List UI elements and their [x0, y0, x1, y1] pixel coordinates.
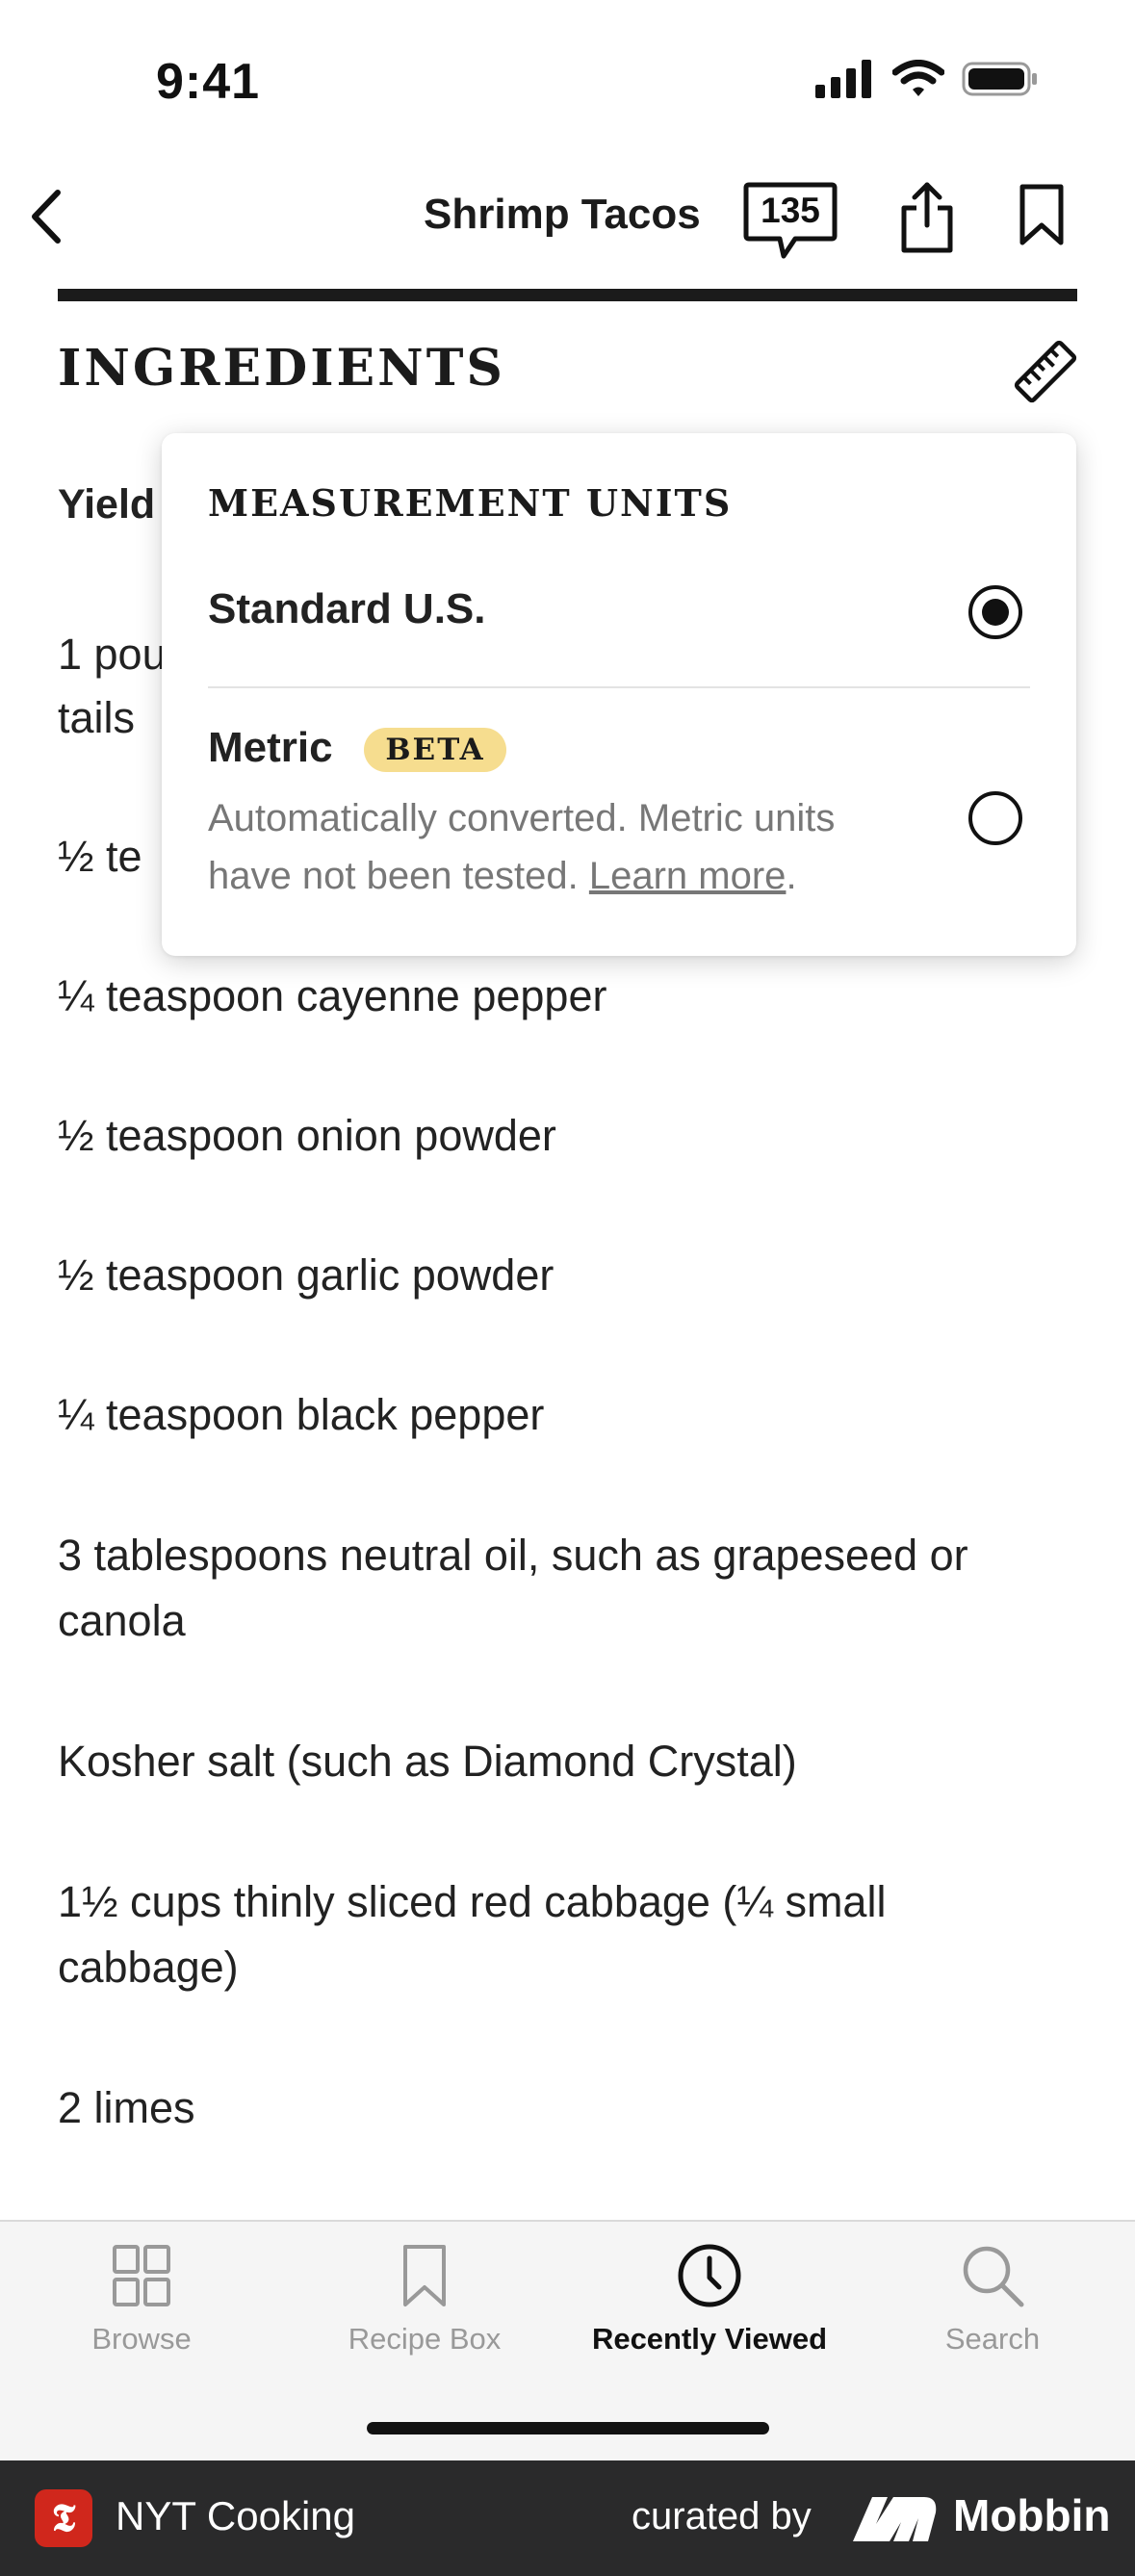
ingredient-item: ¼ teaspoon black pepper: [58, 1390, 545, 1439]
status-icons: [815, 60, 1039, 98]
ingredient-item: Kosher salt (such as Diamond Crystal): [58, 1737, 797, 1786]
ingredient-item: ½ teaspoon onion powder: [58, 1111, 556, 1160]
bookmark-icon[interactable]: [1019, 183, 1065, 246]
ingredient-item: ½ teaspoon garlic powder: [58, 1250, 555, 1300]
grid-icon: [113, 2245, 170, 2306]
ruler-icon[interactable]: [1011, 337, 1080, 406]
option-label: Metric: [208, 724, 333, 771]
tab-label: Recipe Box: [348, 2322, 502, 2356]
metric-description: Automatically converted. Metric units ha…: [208, 789, 920, 905]
tab-label: Search: [944, 2322, 1041, 2356]
beta-badge: BETA: [364, 728, 506, 772]
ingredient-item: 1½ cups thinly sliced red cabbage (¼ sma…: [58, 1877, 887, 1992]
yield-label: Yield: [58, 481, 156, 528]
search-icon: [963, 2246, 1024, 2307]
learn-more-link[interactable]: Learn more: [589, 855, 787, 897]
comments-button[interactable]: 135: [743, 181, 838, 262]
ingredient-item: 3 tablespoons neutral oil, such as grape…: [58, 1531, 968, 1645]
measurement-units-popup: MEASUREMENT UNITS Standard U.S. Metric B…: [162, 433, 1076, 956]
tab-label: Recently Viewed: [591, 2322, 828, 2356]
battery-icon: [962, 62, 1037, 96]
ingredient-item: ¼ teaspoon cayenne pepper: [58, 971, 607, 1020]
status-time: 9:41: [156, 54, 261, 110]
recipe-title: Shrimp Tacos: [424, 191, 701, 238]
desc-period: .: [786, 855, 797, 897]
clock-icon: [678, 2244, 741, 2307]
mobbin-logo-icon: [853, 2497, 937, 2541]
back-icon[interactable]: [21, 183, 79, 250]
tab-label: Browse: [91, 2322, 192, 2356]
header-divider: [58, 289, 1077, 301]
footer-curated-by: curated by: [632, 2495, 812, 2537]
ingredient-item: 2 limes: [58, 2083, 195, 2132]
footer-app-name: NYT Cooking: [116, 2493, 356, 2538]
option-divider: [208, 686, 1030, 688]
comment-count: 135: [761, 191, 820, 230]
nyt-logo-icon: 𝕿: [35, 2489, 92, 2547]
radio-unselected[interactable]: [968, 791, 1022, 845]
home-indicator: [367, 2422, 769, 2434]
mobbin-wordmark: Mobbin: [953, 2490, 1111, 2540]
share-icon[interactable]: [899, 179, 955, 256]
attribution-footer: 𝕿 NYT Cooking curated by Mobbin: [0, 2460, 1135, 2576]
bookmark-icon: [403, 2245, 446, 2306]
ingredients-heading: INGREDIENTS: [58, 339, 505, 398]
radio-selected[interactable]: [968, 585, 1022, 639]
option-label: Standard U.S.: [208, 585, 486, 632]
signal-icon: [815, 60, 871, 98]
popup-title: MEASUREMENT UNITS: [208, 481, 733, 525]
wifi-icon: [892, 60, 944, 96]
